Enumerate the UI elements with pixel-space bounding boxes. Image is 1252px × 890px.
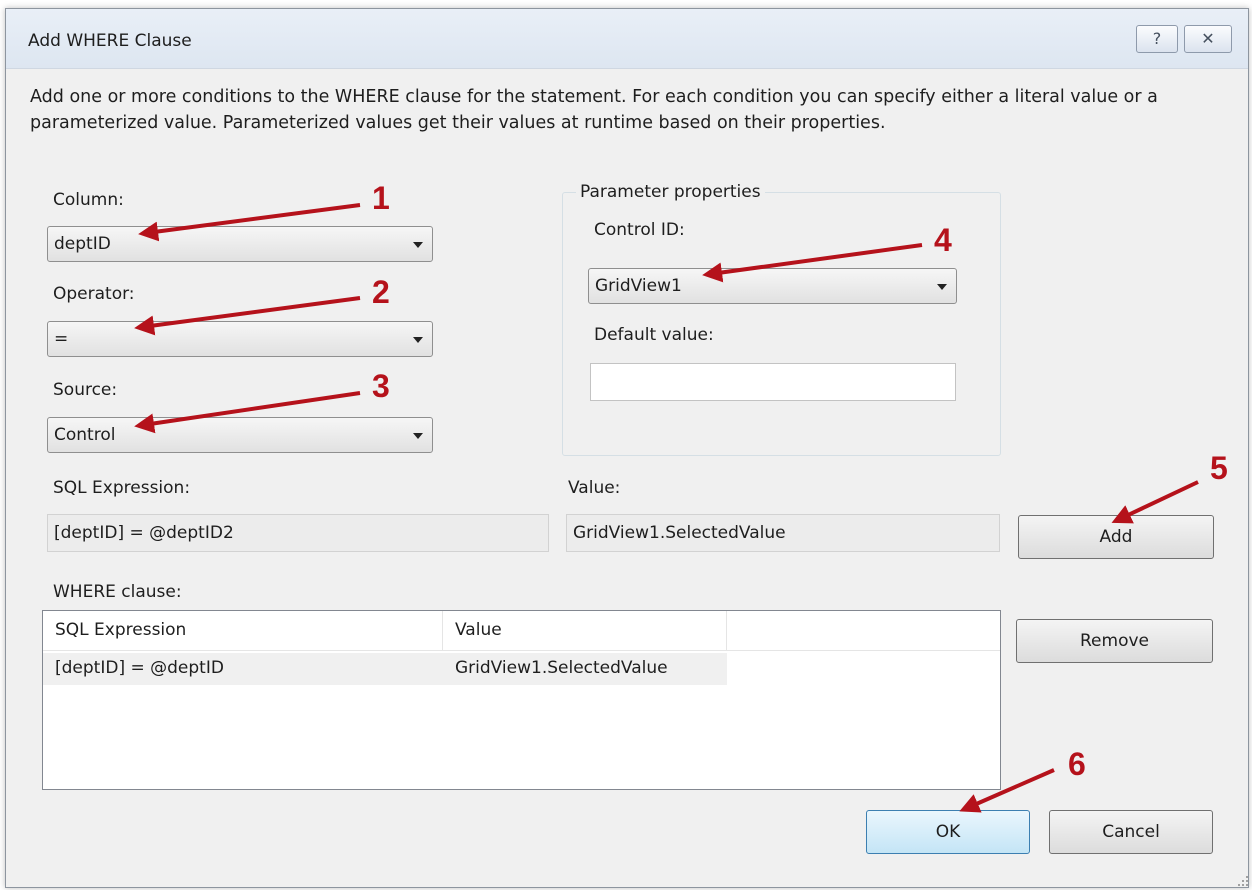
annotation-arrows	[134, 203, 1199, 813]
annotation-label-3: 3	[372, 368, 390, 404]
annotation-arrow-3	[134, 391, 361, 434]
annotation-label-2: 2	[372, 274, 390, 310]
annotation-arrow-2	[134, 296, 361, 336]
annotation-arrow-6	[959, 768, 1055, 813]
annotation-label-4: 4	[934, 222, 952, 258]
annotation-label-5: 5	[1210, 450, 1228, 486]
annotation-arrow-5	[1111, 480, 1199, 524]
annotation-label-1: 1	[372, 180, 390, 216]
annotation-arrow-1	[138, 203, 361, 242]
annotation-arrow-4	[702, 243, 923, 283]
annotation-label-6: 6	[1068, 746, 1086, 782]
